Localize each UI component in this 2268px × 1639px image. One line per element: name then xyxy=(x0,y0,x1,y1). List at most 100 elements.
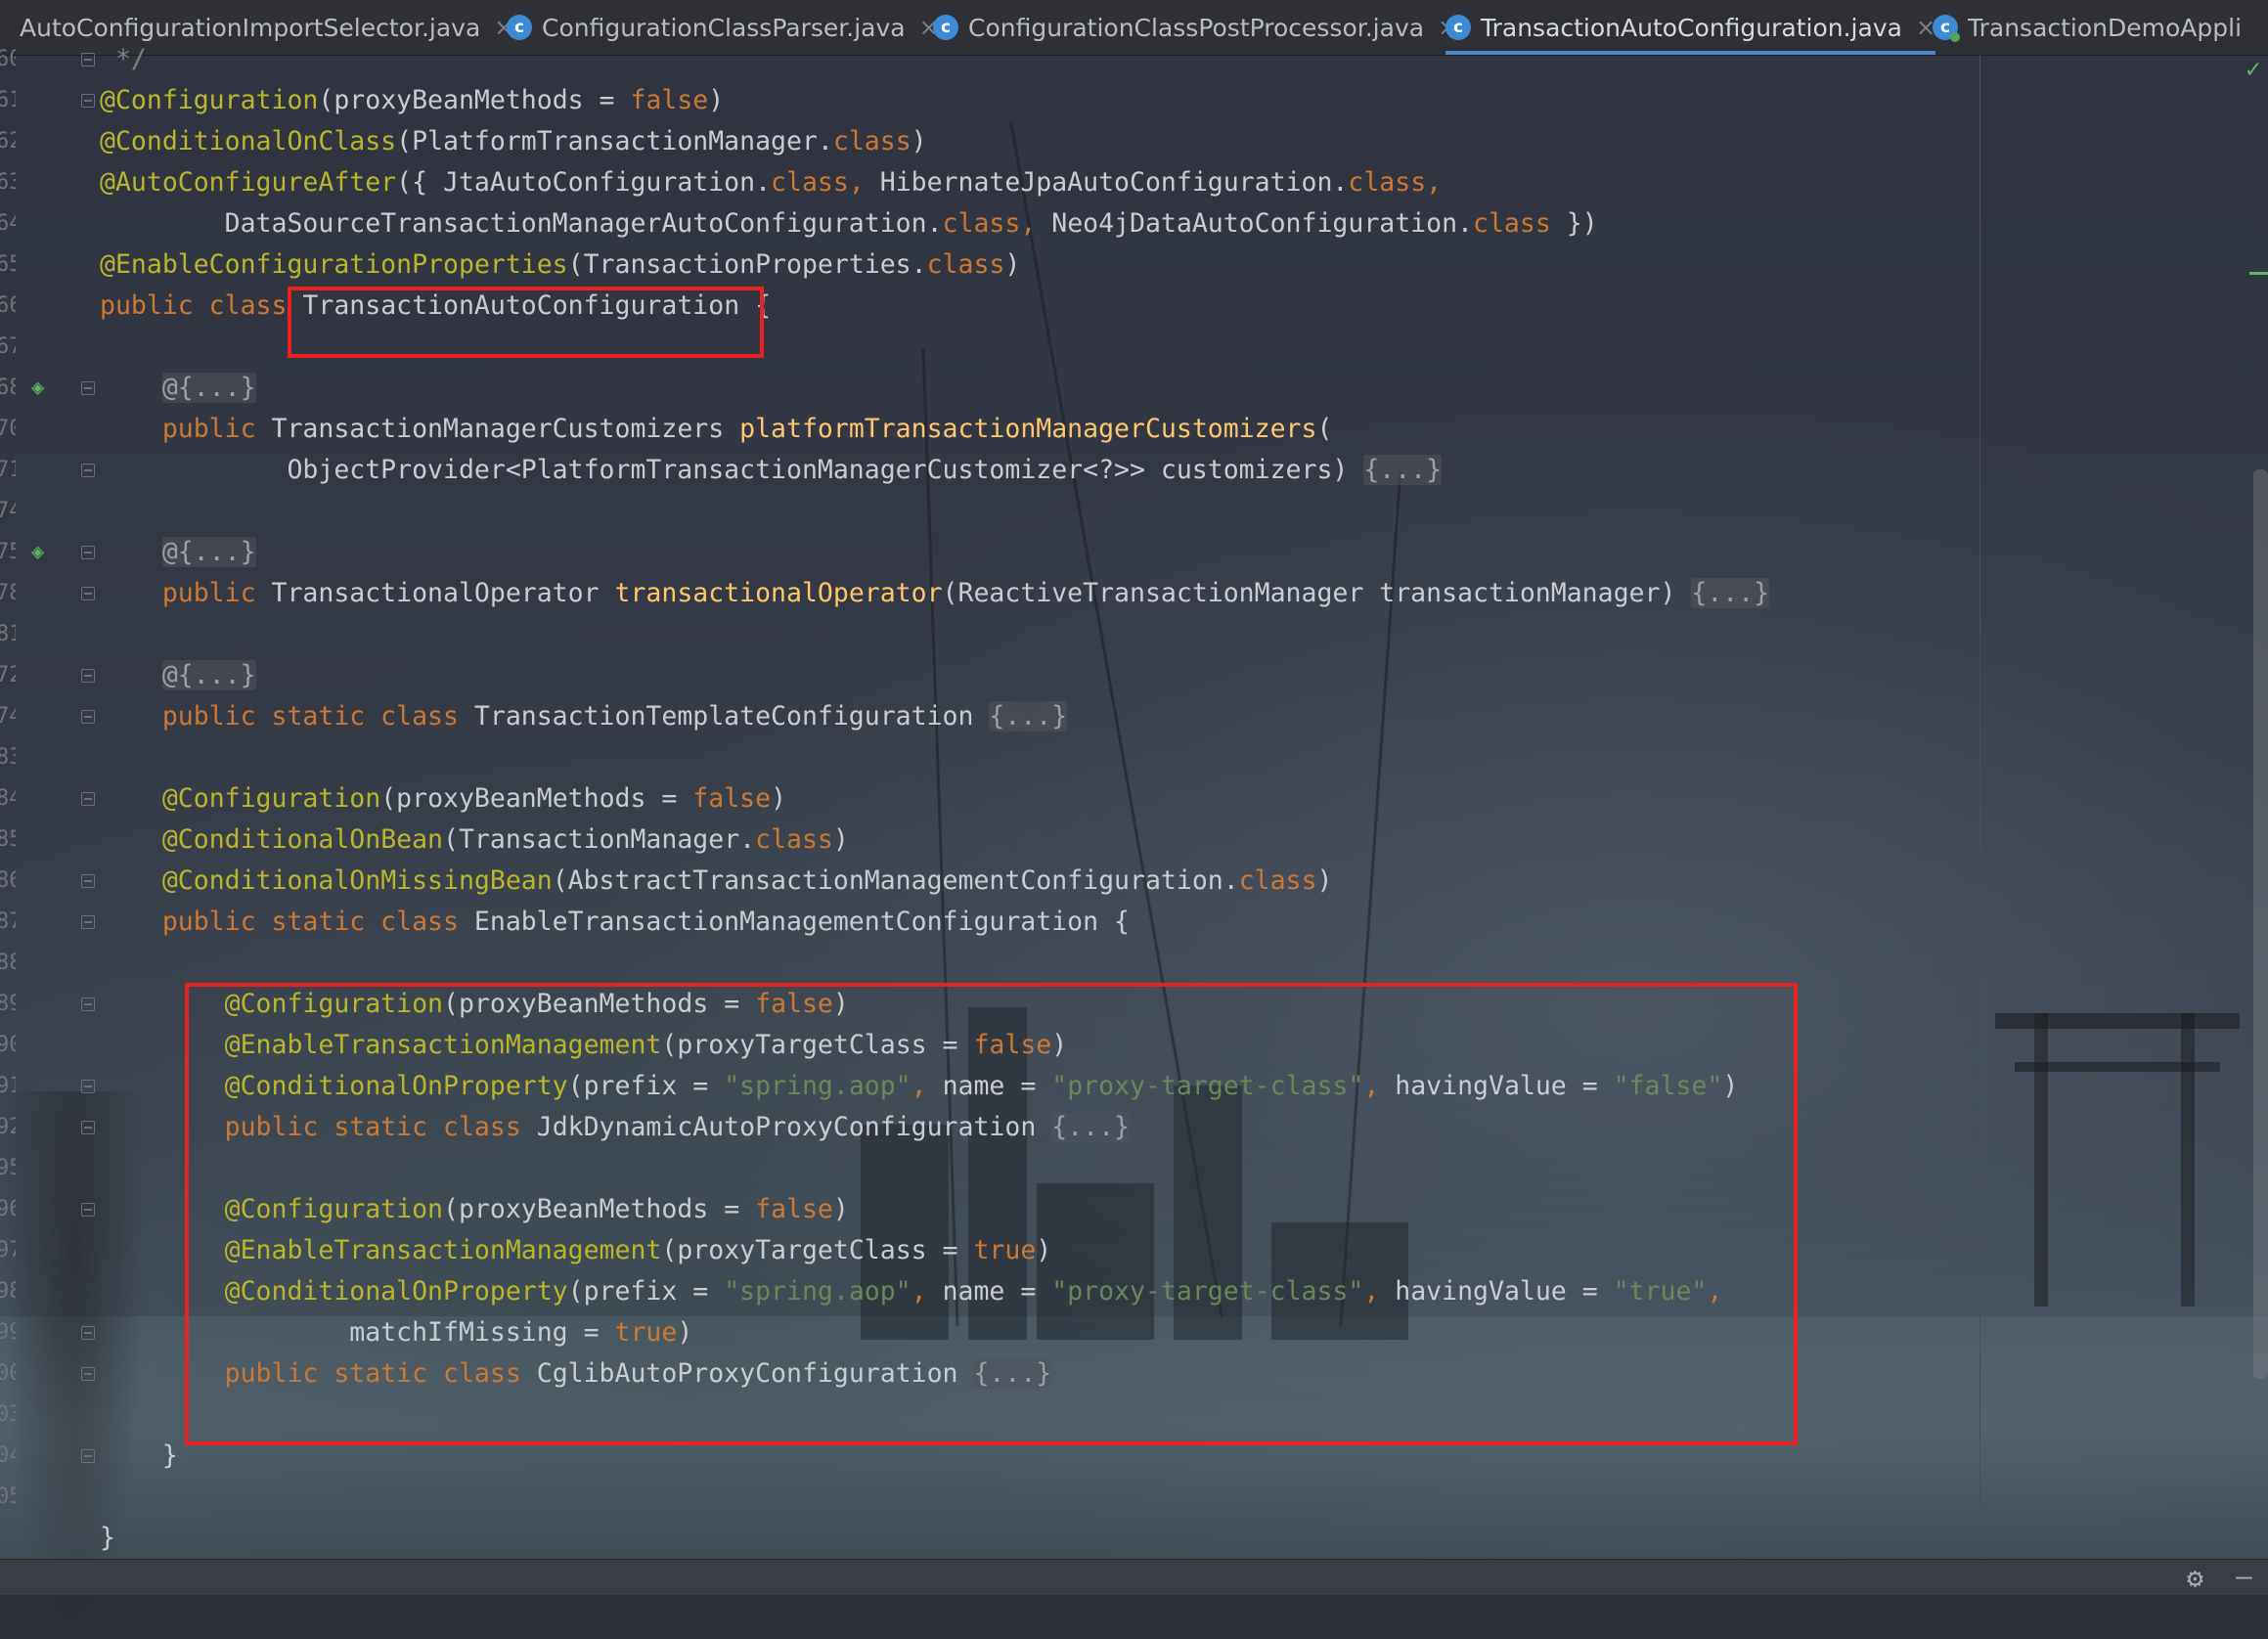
code-token: @Configuration xyxy=(100,85,319,115)
code-token: public static class xyxy=(100,907,474,937)
code-token: @AutoConfigureAfter xyxy=(100,167,397,198)
code-token: @ConditionalOnClass xyxy=(100,126,397,156)
folded-code[interactable]: @{...} xyxy=(161,660,256,690)
code-line: } xyxy=(100,1518,115,1559)
tab-0[interactable]: AutoConfigurationImportSelector.java × xyxy=(20,0,513,55)
code-token: ) xyxy=(1004,249,1021,280)
editor-tab-bar: AutoConfigurationImportSelector.java × c Co… xyxy=(0,0,2268,56)
class-icon: c xyxy=(933,15,958,40)
code-line: @EnableConfigurationProperties(Transacti… xyxy=(100,244,1020,286)
code-token: DataSourceTransactionManagerAutoConfigur… xyxy=(100,208,943,239)
code-token: (proxyBeanMethods = xyxy=(380,783,693,814)
code-token: @Configuration xyxy=(161,783,381,814)
hide-icon[interactable]: — xyxy=(2236,1560,2252,1592)
code-line: @ConditionalOnClass(PlatformTransactionM… xyxy=(100,121,927,162)
code-token: (proxyBeanMethods = xyxy=(318,85,631,115)
code-token: (PlatformTransactionManager. xyxy=(396,126,833,156)
code-token: ) xyxy=(911,126,927,156)
highlight-box-class-name xyxy=(288,287,764,358)
code-token: public xyxy=(100,578,272,608)
code-token: ({ JtaAutoConfiguration. xyxy=(396,167,772,198)
tab-2[interactable]: cConfigurationClassPostProcessor.java× xyxy=(933,0,1457,55)
tab-label: TransactionDemoAppli xyxy=(1968,13,2243,42)
highlight-box-proxy-configurations xyxy=(185,983,1798,1445)
change-marker[interactable] xyxy=(2249,272,2268,275)
tab-label: TransactionAutoConfiguration.java xyxy=(1481,13,1902,42)
tab-1[interactable]: c ConfigurationClassParser.java × xyxy=(507,0,939,55)
code-token: class, xyxy=(942,208,1052,239)
code-token: EnableTransactionManagementConfiguration… xyxy=(473,907,1130,937)
tab-4[interactable]: c TransactionDemoAppli xyxy=(1933,0,2242,55)
code-token: transactionalOperator xyxy=(614,578,943,608)
code-token: (ReactiveTransactionManager transactionM… xyxy=(942,578,1692,608)
folded-code[interactable]: {...} xyxy=(1363,455,1443,485)
code-line: */ xyxy=(100,39,147,80)
tab-3[interactable]: c TransactionAutoConfiguration.java × xyxy=(1445,0,1936,55)
tab-label: ConfigurationClassParser.java xyxy=(542,13,906,42)
code-token: */ xyxy=(100,44,147,74)
code-line: @{...} xyxy=(100,532,256,573)
class-icon: c xyxy=(1445,15,1471,40)
vertical-scrollbar[interactable] xyxy=(2253,469,2268,1379)
code-token: }) xyxy=(1550,208,1598,239)
code-line: @{...} xyxy=(100,655,256,696)
folded-code[interactable]: @{...} xyxy=(161,373,256,403)
inspection-ok-icon[interactable]: ✓ xyxy=(2246,55,2261,84)
code-token: class xyxy=(832,126,912,156)
code-line: public static class EnableTransactionMan… xyxy=(100,902,1130,943)
code-token: false xyxy=(692,783,772,814)
folded-code[interactable]: {...} xyxy=(989,701,1068,731)
code-token: @ConditionalOnBean xyxy=(161,824,444,855)
code-token: TransactionManagerCustomizers xyxy=(271,414,740,444)
code-token: class, xyxy=(771,167,880,198)
class-icon: c xyxy=(507,15,532,40)
tab-label: AutoConfigurationImportSelector.java xyxy=(20,13,481,42)
code-token: class, xyxy=(1348,167,1443,198)
code-token: false xyxy=(630,85,709,115)
code-token: } xyxy=(100,1523,115,1553)
tab-label: ConfigurationClassPostProcessor.java xyxy=(968,13,1425,42)
code-line: @Configuration(proxyBeanMethods = false) xyxy=(100,778,786,820)
code-token: } xyxy=(100,1440,178,1471)
code-line: public static class TransactionTemplateC… xyxy=(100,696,1068,737)
code-token: TransactionTemplateConfiguration xyxy=(473,701,990,731)
right-margin-guide xyxy=(1979,55,1980,1559)
spring-boot-class-icon: c xyxy=(1933,15,1960,42)
code-token: Neo4jDataAutoConfiguration. xyxy=(1051,208,1474,239)
code-line: public TransactionManagerCustomizers pla… xyxy=(100,409,1333,450)
code-token: ObjectProvider<PlatformTransactionManage… xyxy=(100,455,1364,485)
folded-code[interactable]: @{...} xyxy=(161,537,256,567)
code-token: public static class xyxy=(100,701,474,731)
gear-icon[interactable]: ⚙ xyxy=(2187,1562,2203,1594)
code-token: class xyxy=(1238,865,1317,896)
code-line: @ConditionalOnMissingBean(AbstractTransa… xyxy=(100,861,1333,902)
code-line: public TransactionalOperator transaction… xyxy=(100,573,1770,614)
code-token: platformTransactionManagerCustomizers xyxy=(739,414,1317,444)
code-token: class xyxy=(1473,208,1551,239)
code-token: @EnableConfigurationProperties xyxy=(100,249,568,280)
code-token: class xyxy=(926,249,1005,280)
code-token: ) xyxy=(708,85,725,115)
code-token: TransactionalOperator xyxy=(271,578,615,608)
code-token: ) xyxy=(771,783,787,814)
code-token: public xyxy=(100,414,272,444)
code-token: @ConditionalOnMissingBean xyxy=(161,865,553,896)
code-token: HibernateJpaAutoConfiguration. xyxy=(879,167,1349,198)
code-line: } xyxy=(100,1436,178,1477)
code-line: @AutoConfigureAfter({ JtaAutoConfigurati… xyxy=(100,162,1442,203)
code-token: ) xyxy=(1316,865,1333,896)
code-token: (TransactionProperties. xyxy=(567,249,927,280)
code-line: @Configuration(proxyBeanMethods = false) xyxy=(100,80,724,121)
folded-code[interactable]: {...} xyxy=(1691,578,1770,608)
code-token: ( xyxy=(1316,414,1333,444)
code-token: class xyxy=(755,824,833,855)
code-line: @ConditionalOnBean(TransactionManager.cl… xyxy=(100,820,849,861)
code-token: public class xyxy=(100,290,303,321)
code-line: ObjectProvider<PlatformTransactionManage… xyxy=(100,450,1443,491)
code-line: DataSourceTransactionManagerAutoConfigur… xyxy=(100,203,1598,244)
